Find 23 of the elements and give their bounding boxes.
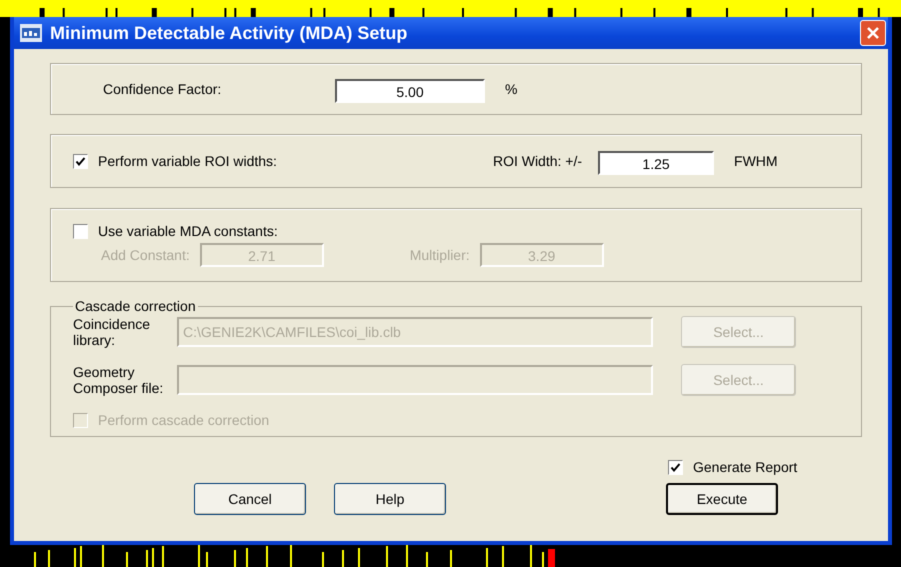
- dialog-button[interactable]: Help: [334, 483, 446, 515]
- roi-width-label: ROI Width: +/-: [492, 153, 582, 169]
- window-title: Minimum Detectable Activity (MDA) Setup: [50, 22, 408, 44]
- execute-button[interactable]: Execute: [666, 483, 778, 515]
- roi-width-field[interactable]: 1.25: [598, 151, 714, 175]
- file-label: Coincidence library:: [73, 316, 152, 348]
- percent-unit: %: [505, 81, 518, 97]
- file-label: Geometry Composer file:: [73, 364, 164, 396]
- constant-label: Multiplier:: [410, 247, 470, 263]
- check-icon: [670, 462, 681, 472]
- roi-checkbox[interactable]: Perform variable ROI widths:: [73, 153, 277, 169]
- close-button[interactable]: [860, 20, 886, 46]
- check-icon: [75, 156, 86, 166]
- fwhm-unit: FWHM: [734, 153, 778, 169]
- constant-label: Add Constant:: [101, 247, 190, 263]
- generate-report-checkbox[interactable]: Generate Report: [668, 459, 798, 475]
- cascade-title: Cascade correction: [74, 298, 197, 314]
- close-icon: [866, 26, 880, 40]
- dialog-button[interactable]: Cancel: [194, 483, 306, 515]
- mda-checkbox[interactable]: Use variable MDA constants:: [73, 223, 278, 239]
- app-icon: [20, 24, 42, 42]
- confidence-field[interactable]: 5.00: [335, 79, 485, 103]
- confidence-label: Confidence Factor:: [103, 81, 222, 97]
